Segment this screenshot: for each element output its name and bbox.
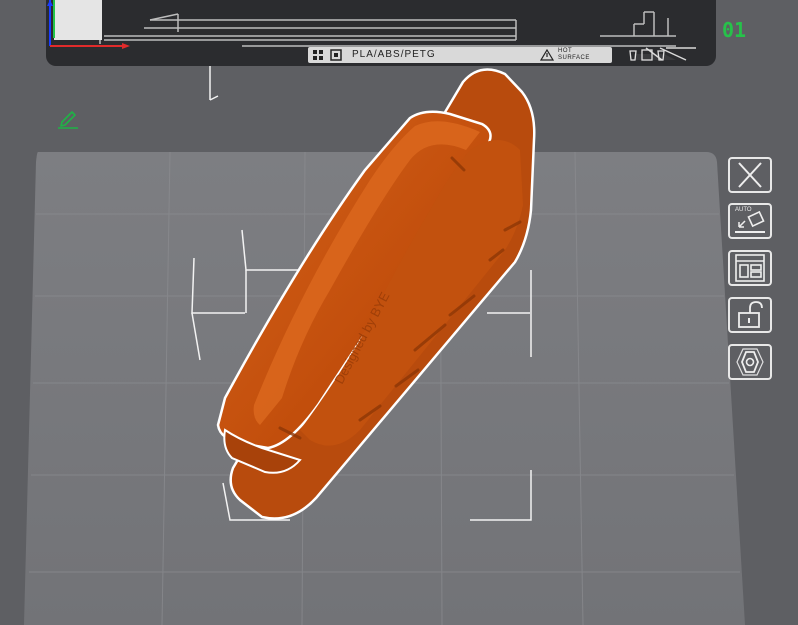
arrange-icon <box>735 254 765 282</box>
hot-surface-line1: HOT <box>558 48 573 54</box>
hot-surface-label: HOT SURFACE <box>558 48 614 62</box>
auto-orient-icon <box>735 210 765 233</box>
material-strip: PLA/ABS/PETG HOT SURFACE <box>308 47 612 63</box>
pencil-edit-icon[interactable] <box>56 107 80 129</box>
plate-grid-icon <box>313 50 323 60</box>
plate-number-badge: 01 <box>722 18 747 42</box>
printer-preview-panel: PLA/ABS/PETG HOT SURFACE <box>46 0 716 66</box>
3d-viewport[interactable]: Designed by BYE <box>0 0 798 625</box>
plate-thumbnail <box>54 0 102 40</box>
settings-button[interactable] <box>728 344 772 380</box>
panel-status-icons <box>629 49 665 61</box>
plate-icon <box>641 49 653 61</box>
arrange-button[interactable] <box>728 250 772 286</box>
plate-outline-icon <box>330 49 342 61</box>
hot-surface-line2: SURFACE <box>558 55 590 61</box>
warning-icon <box>540 49 554 61</box>
auto-orient-button[interactable]: AUTO <box>728 203 772 239</box>
close-button[interactable] <box>728 157 772 193</box>
material-label: PLA/ABS/PETG <box>352 49 436 60</box>
close-icon <box>738 162 762 188</box>
unlock-icon <box>738 301 763 328</box>
unlock-button[interactable] <box>728 297 772 333</box>
spool-icon <box>629 50 637 61</box>
hexagon-settings-icon <box>736 348 764 376</box>
spool-icon <box>657 50 665 61</box>
